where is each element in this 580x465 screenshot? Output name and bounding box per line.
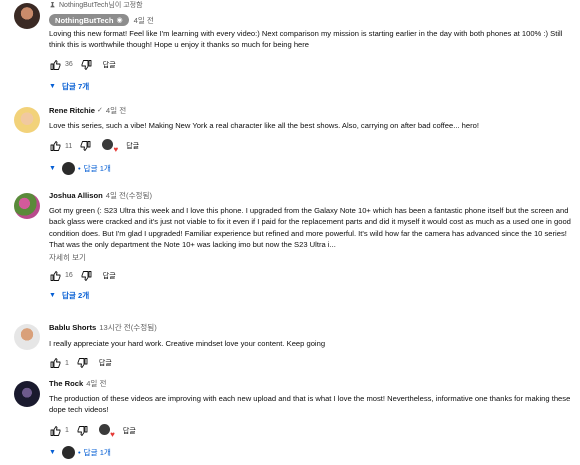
comment-text: Loving this new format! Feel like I'm le… (49, 29, 563, 50)
author-name[interactable]: Joshua Allison (49, 190, 103, 201)
like-icon[interactable] (49, 357, 62, 369)
comment-4: Bablu Shorts 13시간 전(수정됨) I really apprec… (0, 322, 580, 372)
dislike-icon[interactable] (80, 59, 93, 71)
comment-actions: 11 ♥ 답글 (49, 139, 572, 154)
comment-2: Rene Ritchie ✓ 4일 전 Love this series, su… (0, 105, 580, 185)
comment-header: The Rock 4일 전 (49, 378, 572, 389)
pinned-indicator: NothingButTech님이 고정함 (49, 0, 572, 11)
comment-1: NothingButTech님이 고정함 NothingButTech ◉ 4일 … (0, 0, 580, 96)
comment-actions: 16 답글 (49, 269, 572, 283)
reply-button[interactable]: 답글 (126, 141, 139, 151)
view-replies-button[interactable]: ▼ 답글 7개 (49, 80, 572, 94)
separator-dot: • (77, 448, 81, 458)
reply-button[interactable]: 답글 (123, 426, 136, 436)
avatar[interactable] (14, 381, 40, 407)
read-more-button[interactable]: 자세히 보기 (49, 252, 572, 263)
replies-label: 답글 2개 (61, 291, 90, 301)
chevron-down-icon: ▼ (49, 164, 56, 172)
reply-button[interactable]: 답글 (103, 60, 116, 70)
comment-header: Rene Ritchie ✓ 4일 전 (49, 105, 572, 116)
creator-avatar (61, 446, 75, 460)
comment-time[interactable]: 4일 전(수정됨) (106, 190, 152, 201)
avatar[interactable] (14, 107, 40, 133)
pinned-label: NothingButTech님이 고정함 (59, 2, 143, 9)
separator-dot: • (77, 163, 81, 173)
avatar[interactable] (14, 193, 40, 219)
comment-text: Love this series, such a vibe! Making Ne… (49, 121, 479, 130)
comment-text: The production of these videos are impro… (49, 394, 571, 415)
author-name[interactable]: The Rock (49, 378, 83, 389)
author-name[interactable]: NothingButTech ◉ (49, 14, 129, 26)
replies-label: 답글 1개 (83, 448, 111, 458)
dislike-icon[interactable] (76, 357, 89, 369)
chevron-down-icon: ▼ (49, 83, 56, 91)
view-replies-button[interactable]: ▼ • 답글 1개 (49, 161, 572, 175)
comment-actions: 1 ♥ 답글 (49, 423, 572, 438)
like-count: 1 (65, 359, 69, 367)
replies-label: 답글 1개 (83, 163, 111, 173)
like-icon[interactable] (49, 270, 62, 282)
author-name[interactable]: Bablu Shorts (49, 322, 96, 333)
like-icon[interactable] (49, 425, 62, 437)
comment-time[interactable]: 4일 전 (134, 15, 154, 26)
reply-button[interactable]: 답글 (99, 358, 112, 368)
view-replies-button[interactable]: ▼ 답글 2개 (49, 289, 572, 303)
comment-actions: 36 답글 (49, 58, 572, 72)
comment-actions: 1 답글 (49, 356, 572, 370)
like-count: 36 (65, 61, 73, 69)
dislike-icon[interactable] (76, 425, 89, 437)
creator-heart-icon: ♥ (98, 423, 115, 438)
like-icon[interactable] (49, 140, 62, 152)
comment-time[interactable]: 4일 전 (86, 378, 106, 389)
avatar[interactable] (14, 3, 40, 29)
author-name[interactable]: Rene Ritchie (49, 105, 95, 116)
view-replies-button[interactable]: ▼ • 답글 1개 (49, 446, 572, 460)
dislike-icon[interactable] (79, 140, 92, 152)
author-label: NothingButTech (55, 15, 114, 25)
dislike-icon[interactable] (80, 270, 93, 282)
comment-text: I really appreciate your hard work. Crea… (49, 339, 326, 348)
comment-header: Joshua Allison 4일 전(수정됨) (49, 190, 572, 201)
creator-heart-icon: ♥ (102, 139, 118, 154)
pin-icon (50, 1, 55, 10)
comment-text: Got my green (: S23 Ultra this week and … (49, 206, 571, 250)
comment-time[interactable]: 13시간 전(수정됨) (99, 322, 157, 333)
reply-button[interactable]: 답글 (103, 271, 116, 281)
verified-icon: ◉ (116, 16, 123, 24)
verified-icon: ✓ (97, 107, 103, 114)
like-icon[interactable] (49, 59, 62, 71)
comment-header: Bablu Shorts 13시간 전(수정됨) (49, 322, 572, 333)
replies-label: 답글 7개 (61, 82, 90, 92)
comment-5: The Rock 4일 전 The production of these vi… (0, 378, 580, 465)
creator-avatar (61, 161, 75, 175)
comment-header: NothingButTech ◉ 4일 전 (49, 14, 572, 26)
chevron-down-icon: ▼ (49, 449, 56, 457)
comment-3: Joshua Allison 4일 전(수정됨) Got my green (:… (0, 190, 580, 315)
chevron-down-icon: ▼ (49, 292, 56, 300)
like-count: 16 (65, 272, 73, 280)
avatar[interactable] (14, 324, 40, 350)
comment-time[interactable]: 4일 전 (106, 105, 126, 116)
like-count: 1 (65, 427, 69, 435)
like-count: 11 (65, 142, 73, 150)
